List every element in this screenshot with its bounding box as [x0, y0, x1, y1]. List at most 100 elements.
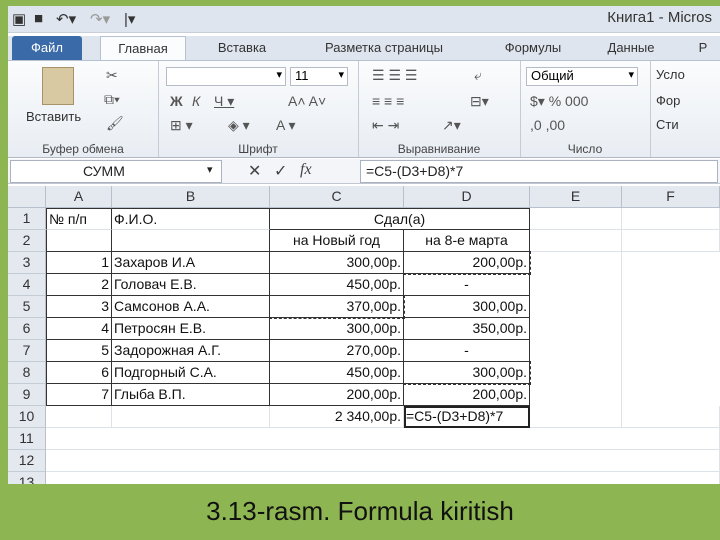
cell-a5[interactable]: 3	[46, 296, 112, 318]
number-format-dropdown[interactable]: Общий ▾	[526, 67, 638, 86]
currency-icon[interactable]: $▾ % 000	[530, 93, 588, 110]
cell-a10[interactable]	[46, 406, 112, 428]
row-header[interactable]: 13	[8, 472, 46, 484]
cell-a1[interactable]: № п/п	[46, 208, 112, 230]
cell-b6[interactable]: Петросян Е.В.	[112, 318, 270, 340]
cell-d2[interactable]: на 8-е марта	[404, 230, 530, 252]
font-name-dropdown[interactable]: ▾	[166, 67, 286, 86]
row-header[interactable]: 9	[8, 384, 46, 406]
cell-c5[interactable]: 370,00р.	[269, 295, 405, 319]
decimal-icon[interactable]: ,0 ,00	[530, 117, 565, 133]
column-header-a[interactable]: A	[46, 186, 112, 208]
row-header[interactable]: 4	[8, 274, 46, 296]
cell-d9[interactable]: 200,00р.	[404, 384, 530, 406]
formula-input[interactable]: =C5-(D3+D8)*7	[360, 160, 718, 183]
wrap-text-icon[interactable]: ⤶	[474, 67, 482, 84]
cell-b8[interactable]: Подгорный С.А.	[112, 362, 270, 384]
row-header[interactable]: 12	[8, 450, 46, 472]
cell-c1-merged[interactable]: Сдал(а)	[270, 208, 530, 230]
row-header[interactable]: 10	[8, 406, 46, 428]
align-top-icon[interactable]: ☰ ☰ ☰	[372, 67, 417, 84]
cell-d7[interactable]: -	[404, 340, 530, 362]
tab-file[interactable]: Файл	[12, 36, 82, 60]
insert-function-icon[interactable]: fx	[300, 161, 312, 179]
cell-a4[interactable]: 2	[46, 274, 112, 296]
cell-b1[interactable]: Ф.И.О.	[112, 208, 270, 230]
customize-icon[interactable]: |▾	[124, 10, 135, 28]
tab-formulas[interactable]: Формулы	[488, 36, 578, 60]
cell-a9[interactable]: 7	[46, 384, 112, 406]
cell-b9[interactable]: Глыба В.П.	[112, 384, 270, 406]
column-header-f[interactable]: F	[622, 186, 720, 208]
cell-c3[interactable]: 300,00р.	[270, 252, 404, 274]
row-header[interactable]: 3	[8, 252, 46, 274]
cell-c9[interactable]: 200,00р.	[270, 384, 404, 406]
excel-icon[interactable]: ▣	[12, 10, 26, 28]
format-table-button[interactable]: Фор	[656, 93, 680, 108]
empty-row-11[interactable]	[46, 428, 720, 450]
tab-review[interactable]: Р	[688, 36, 718, 60]
cell-b3[interactable]: Захаров И.А	[112, 252, 270, 274]
redo-icon[interactable]: ↷▾	[90, 10, 110, 28]
bold-icon[interactable]: Ж	[170, 93, 183, 109]
row-header[interactable]: 8	[8, 362, 46, 384]
align-left-icon[interactable]: ≡ ≡ ≡	[372, 93, 404, 109]
cell-b10[interactable]	[112, 406, 270, 428]
paste-button[interactable]: Вставить	[26, 109, 81, 124]
column-header-b[interactable]: B	[112, 186, 270, 208]
format-painter-icon[interactable]: 🖌	[106, 115, 124, 132]
fill-color-icon[interactable]: ◈ ▾	[228, 117, 250, 134]
indent-icon[interactable]: ⇤ ⇥	[372, 117, 399, 134]
cell-f2[interactable]	[622, 230, 720, 252]
font-size-dropdown[interactable]: 11 ▾	[290, 67, 348, 86]
cell-b2[interactable]	[112, 230, 270, 252]
cell-b5[interactable]: Самсонов А.А.	[112, 296, 270, 318]
select-all-corner[interactable]	[8, 186, 46, 208]
cell-e2[interactable]	[530, 230, 622, 252]
cell-styles-button[interactable]: Сти	[656, 117, 679, 132]
cell-c7[interactable]: 270,00р.	[270, 340, 404, 362]
increase-font-icon[interactable]: A˄ A˅	[288, 93, 326, 109]
borders-icon[interactable]: ⊞ ▾	[170, 117, 193, 134]
cell-c8[interactable]: 450,00р.	[270, 362, 404, 384]
column-header-e[interactable]: E	[530, 186, 622, 208]
row-header[interactable]: 7	[8, 340, 46, 362]
cell-e10[interactable]	[530, 406, 622, 428]
row-header[interactable]: 11	[8, 428, 46, 450]
cell-b7[interactable]: Задорожная А.Г.	[112, 340, 270, 362]
row-header[interactable]: 1	[8, 208, 46, 230]
tab-insert[interactable]: Вставка	[204, 36, 280, 60]
empty-row-12[interactable]	[46, 450, 720, 472]
row-header[interactable]: 5	[8, 296, 46, 318]
cell-d4[interactable]: -	[404, 274, 530, 296]
paste-icon[interactable]	[42, 67, 74, 105]
italic-icon[interactable]: К	[192, 93, 200, 109]
cell-a2[interactable]	[46, 230, 112, 252]
copy-icon[interactable]: ⧉▾	[104, 91, 120, 108]
cell-f1[interactable]	[622, 208, 720, 230]
undo-icon[interactable]: ↶▾	[56, 10, 76, 28]
cell-c4[interactable]: 450,00р.	[270, 274, 404, 296]
merge-icon[interactable]: ⊟▾	[470, 93, 489, 110]
cell-d5[interactable]: 300,00р.	[404, 296, 530, 318]
underline-icon[interactable]: Ч ▾	[214, 93, 234, 110]
cell-b4[interactable]: Головач Е.В.	[112, 274, 270, 296]
enter-icon[interactable]: ✓	[274, 161, 287, 181]
cell-d8[interactable]: 300,00р.	[403, 361, 531, 385]
cell-c10[interactable]: 2 340,00р.	[270, 406, 404, 428]
cancel-icon[interactable]: ✕	[248, 161, 261, 181]
cell-c2[interactable]: на Новый год	[270, 230, 404, 252]
tab-data[interactable]: Данные	[596, 36, 666, 60]
cell-e1[interactable]	[530, 208, 622, 230]
cell-c6[interactable]: 300,00р.	[270, 318, 404, 340]
empty-row-13[interactable]	[46, 472, 720, 484]
cut-icon[interactable]: ✂	[106, 67, 118, 84]
cell-f10[interactable]	[622, 406, 720, 428]
save-icon[interactable]: ■	[34, 10, 43, 27]
tab-page-layout[interactable]: Разметка страницы	[304, 36, 464, 60]
name-box[interactable]: СУММ ▾	[10, 160, 222, 183]
cell-a3[interactable]: 1	[46, 252, 112, 274]
row-header[interactable]: 2	[8, 230, 46, 252]
cell-a6[interactable]: 4	[46, 318, 112, 340]
cell-d3[interactable]: 200,00р.	[403, 251, 531, 275]
